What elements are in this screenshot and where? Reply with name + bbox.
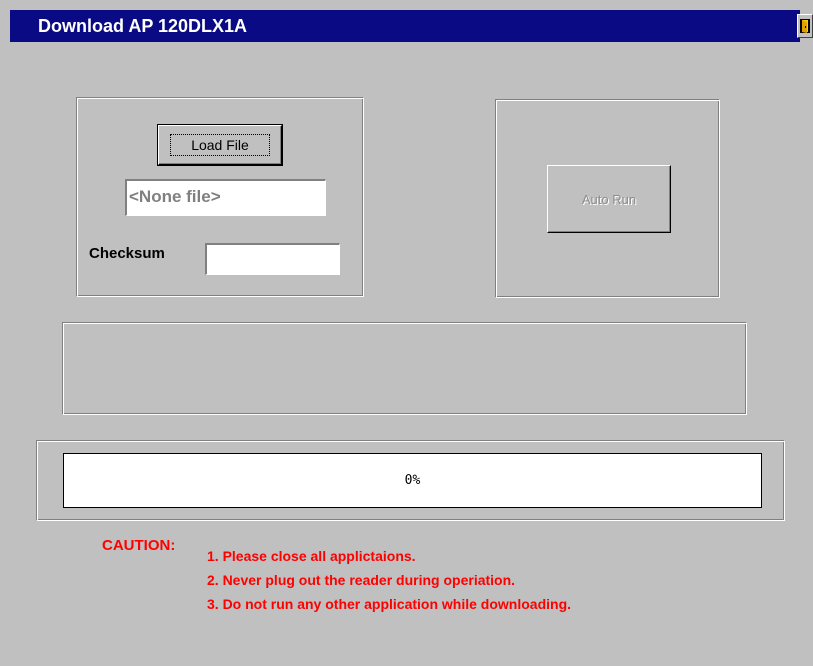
progress-percent: 0% <box>404 473 421 488</box>
caution-item: 1. Please close all applictaions. <box>207 548 416 564</box>
file-name-field[interactable]: <None file> <box>125 179 326 216</box>
caution-item: 3. Do not run any other application whil… <box>207 596 572 612</box>
title-bar: Download AP 120DLX1A <box>10 10 800 42</box>
caution-title: CAUTION: <box>102 537 176 554</box>
checksum-label: Checksum <box>89 245 165 262</box>
caution-item: 2. Never plug out the reader during oper… <box>207 572 516 588</box>
exit-button[interactable] <box>797 14 813 38</box>
auto-run-button[interactable]: Auto Run <box>547 165 671 233</box>
window-title: Download AP 120DLX1A <box>38 16 248 36</box>
exit-door-icon <box>800 19 810 33</box>
message-area <box>62 322 747 415</box>
auto-run-label: Auto Run <box>581 191 637 207</box>
load-file-label: Load File <box>170 134 270 156</box>
load-file-button[interactable]: Load File <box>157 124 283 166</box>
checksum-field[interactable] <box>205 243 340 275</box>
download-progress-bar: 0% <box>63 453 762 508</box>
